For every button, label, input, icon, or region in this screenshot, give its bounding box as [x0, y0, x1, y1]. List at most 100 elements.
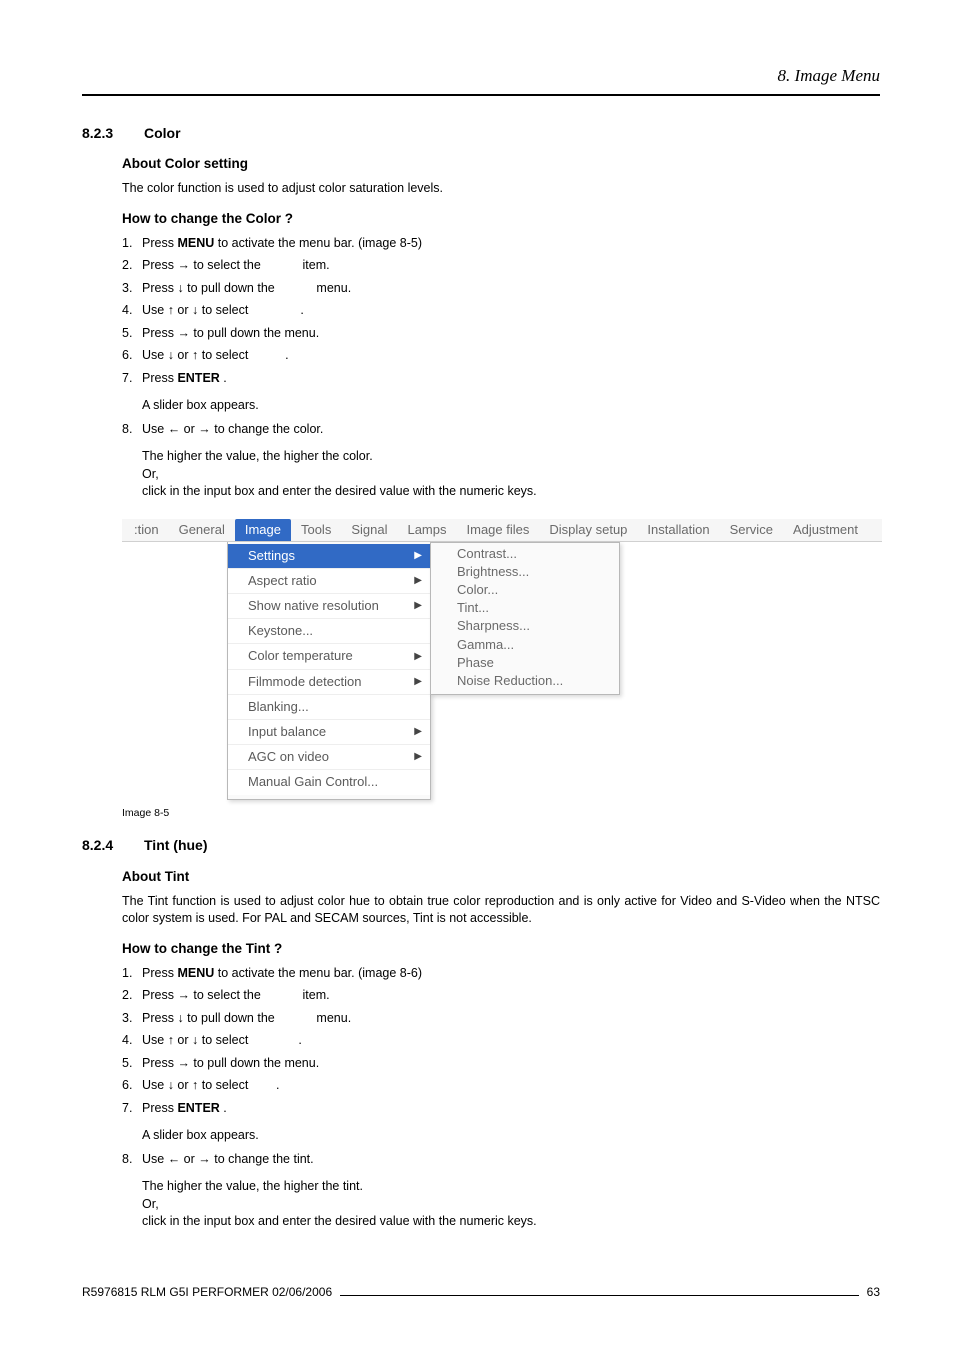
section-number: 8.2.4	[82, 836, 144, 856]
step-text: Press ENTER .	[142, 1101, 227, 1115]
menu-screenshot: :tionGeneralImageToolsSignalLampsImage f…	[122, 519, 882, 800]
step-item: 1.Press MENU to activate the menu bar. (…	[122, 965, 880, 983]
menu-item-label: Contrast...	[457, 546, 517, 561]
step-text: Use ↑ or ↓ to select settings .	[142, 1033, 302, 1047]
menu-item-general[interactable]: General	[169, 519, 235, 541]
menu-item-label: Manual Gain Control...	[248, 773, 378, 791]
settings-menu-noise-reduction-[interactable]: Noise Reduction...	[431, 672, 619, 690]
menu-item-label: Aspect ratio	[248, 572, 317, 590]
image-menu-input-balance[interactable]: Input balance ▶	[228, 719, 430, 744]
color-step-8: 8. Use ← or → to change the color.	[122, 421, 880, 439]
menu-bar: :tionGeneralImageToolsSignalLampsImage f…	[122, 519, 882, 542]
image-menu-keystone-[interactable]: Keystone...	[228, 618, 430, 643]
menu-item-label: Settings	[248, 547, 295, 565]
settings-menu-color-[interactable]: Color...	[431, 581, 619, 599]
settings-menu-brightness-[interactable]: Brightness...	[431, 563, 619, 581]
howto-tint-heading: How to change the Tint ?	[122, 940, 880, 959]
step-text: Use ↑ or ↓ to select Settings .	[142, 303, 304, 317]
settings-menu-sharpness-[interactable]: Sharpness...	[431, 617, 619, 635]
menu-item-label: Color...	[457, 582, 498, 597]
menu-item-label: Keystone...	[248, 622, 313, 640]
step-item: 4.Use ↑ or ↓ to select Settings .	[122, 302, 880, 320]
step-text: Use ← or → to change the color.	[142, 422, 323, 436]
footer-rule	[340, 1295, 859, 1296]
menu-item-label: Show native resolution	[248, 597, 379, 615]
image-menu-filmmode-detection[interactable]: Filmmode detection▶	[228, 669, 430, 694]
step-text: Press MENU to activate the menu bar. (im…	[142, 966, 422, 980]
step-item: 3.Press ↓ to pull down the Image menu.	[122, 280, 880, 298]
settings-submenu: Contrast... Brightness... Color... Tint... S…	[430, 542, 620, 696]
step-text: Press → to pull down the menu.	[142, 1056, 319, 1070]
about-tint-text: The Tint function is used to adjust colo…	[122, 893, 880, 928]
menu-item-label: Blanking...	[248, 698, 309, 716]
submenu-arrow-icon: ▶	[414, 650, 422, 664]
settings-menu-gamma-[interactable]: Gamma...	[431, 636, 619, 654]
step-item: 7.Press ENTER .	[122, 1100, 880, 1118]
step-item: 7.Press ENTER .	[122, 370, 880, 388]
section-title: Color	[144, 124, 181, 144]
about-color-heading: About Color setting	[122, 155, 880, 174]
step-text: Press ENTER .	[142, 371, 227, 385]
image-menu-manual-gain-control-[interactable]: Manual Gain Control...	[228, 769, 430, 794]
tint-steps-list: 1.Press MENU to activate the menu bar. (…	[122, 965, 880, 1118]
settings-menu-contrast-[interactable]: Contrast...	[431, 545, 619, 563]
step-item: 2.Press → to select the Image item.	[122, 987, 880, 1005]
image-menu-color-temperature[interactable]: Color temperature ▶	[228, 643, 430, 668]
howto-color-heading: How to change the Color ?	[122, 210, 880, 229]
menu-item-service[interactable]: Service	[720, 519, 783, 541]
page-footer: R5976815 RLM G5I PERFORMER 02/06/2006 63	[82, 1284, 880, 1301]
submenu-arrow-icon: ▶	[414, 574, 422, 588]
step-item: 4.Use ↑ or ↓ to select settings .	[122, 1032, 880, 1050]
section-number: 8.2.3	[82, 124, 144, 144]
menu-item-label: Brightness...	[457, 564, 529, 579]
menu-item-display-setup[interactable]: Display setup	[539, 519, 637, 541]
menu-item-label: Filmmode detection	[248, 673, 361, 691]
step-text: Press ↓ to pull down the Image menu.	[142, 281, 351, 295]
menu-item-signal[interactable]: Signal	[341, 519, 397, 541]
menu-item-image-files[interactable]: Image files	[457, 519, 540, 541]
tint-step-8: 8. Use ← or → to change the tint.	[122, 1151, 880, 1169]
menu-item-label: Input balance	[248, 723, 326, 741]
image-menu-settings[interactable]: Settings▶	[228, 544, 430, 568]
step-item: 1.Press MENU to activate the menu bar. (…	[122, 235, 880, 253]
step-item: 6.Use ↓ or ↑ to select Tint .	[122, 1077, 880, 1095]
section-8-2-4-heading: 8.2.4 Tint (hue)	[82, 836, 880, 856]
menu-item-image[interactable]: Image	[235, 519, 291, 541]
step-text: Press → to select the Image item.	[142, 258, 330, 272]
step-text: Press → to pull down the menu.	[142, 326, 319, 340]
menu-item-label: Phase	[457, 655, 494, 670]
menu-item-lamps[interactable]: Lamps	[397, 519, 456, 541]
step-item: 3.Press ↓ to pull down the Image menu.	[122, 1010, 880, 1028]
image-menu-blanking-[interactable]: Blanking...	[228, 694, 430, 719]
step-text: Press → to select the Image item.	[142, 988, 330, 1002]
menu-item--tion[interactable]: :tion	[124, 519, 169, 541]
menu-item-tools[interactable]: Tools	[291, 519, 341, 541]
submenu-arrow-icon: ▶	[414, 750, 422, 764]
menu-item-installation[interactable]: Installation	[637, 519, 719, 541]
menu-item-label: Tint...	[457, 600, 489, 615]
image-menu-agc-on-video[interactable]: AGC on video▶	[228, 744, 430, 769]
about-tint-heading: About Tint	[122, 868, 880, 887]
step-text: Press ↓ to pull down the Image menu.	[142, 1011, 351, 1025]
step-item: 5.Press → to pull down the menu.	[122, 1055, 880, 1073]
step-text: Use ← or → to change the tint.	[142, 1152, 314, 1166]
image-menu-show-native-resolution[interactable]: Show native resolution ▶	[228, 593, 430, 618]
image-dropdown: Settings▶Aspect ratio▶Show native resolu…	[227, 542, 431, 800]
about-color-text: The color function is used to adjust col…	[122, 180, 880, 198]
menu-item-label: Color temperature	[248, 647, 353, 665]
footer-page-number: 63	[867, 1284, 880, 1301]
step-item: 6.Use ↓ or ↑ to select Color .	[122, 347, 880, 365]
section-title: Tint (hue)	[144, 836, 208, 856]
section-8-2-3-heading: 8.2.3 Color	[82, 124, 880, 144]
submenu-arrow-icon: ▶	[414, 599, 422, 613]
submenu-arrow-icon: ▶	[414, 725, 422, 739]
settings-menu-tint-[interactable]: Tint...	[431, 599, 619, 617]
slider-note-2: A slider box appears.	[142, 1127, 880, 1145]
step-item: 5.Press → to pull down the menu.	[122, 325, 880, 343]
slider-note-1: A slider box appears.	[142, 397, 880, 415]
settings-menu-phase[interactable]: Phase	[431, 654, 619, 672]
step-text: Use ↓ or ↑ to select Color .	[142, 348, 289, 362]
menu-item-adjustment[interactable]: Adjustment	[783, 519, 868, 541]
image-menu-aspect-ratio[interactable]: Aspect ratio ▶	[228, 568, 430, 593]
menu-item-label: Gamma...	[457, 637, 514, 652]
